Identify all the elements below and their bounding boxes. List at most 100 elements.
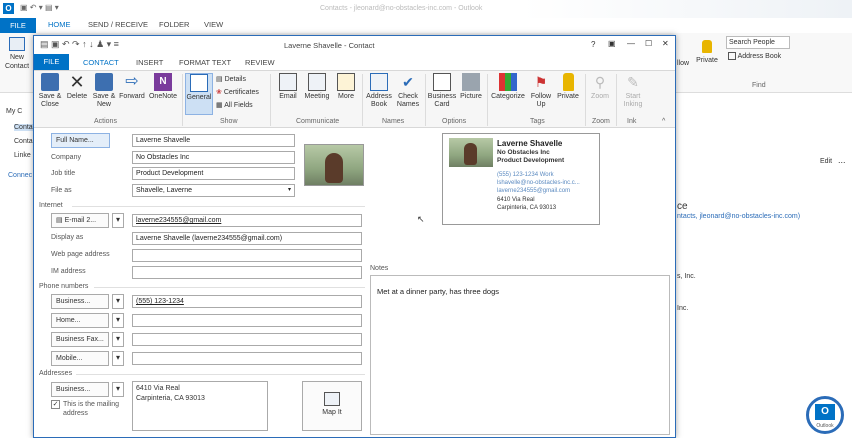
business-fax-dropdown[interactable]: ▾: [112, 332, 124, 347]
maximize-button[interactable]: ☐: [645, 39, 652, 48]
zoom-button[interactable]: ⚲ Zoom: [587, 73, 613, 101]
full-name-button-label: Full Name...: [56, 137, 94, 144]
help-button[interactable]: ?: [591, 40, 595, 49]
lock-icon: [562, 73, 574, 91]
start-inking-button[interactable]: ✎ Start Inking: [618, 73, 648, 109]
file-as-label: File as: [51, 187, 72, 194]
ribbon-separator: [585, 74, 586, 126]
picture-button[interactable]: Picture: [458, 73, 484, 101]
mobile-phone-type-button[interactable]: Mobile...: [51, 351, 109, 366]
all-fields-button[interactable]: ▦ All Fields: [216, 101, 253, 109]
mailing-address-checkbox[interactable]: ✓: [51, 400, 60, 409]
tab-view[interactable]: VIEW: [204, 20, 223, 29]
check-names-button[interactable]: ✔ Check Names: [394, 73, 422, 109]
home-phone-type-button[interactable]: Home...: [51, 313, 109, 328]
company-field[interactable]: No Obstacles Inc: [132, 151, 295, 164]
notes-textarea[interactable]: Met at a dinner party, has three dogs: [370, 275, 670, 435]
ribbon-display-options-button[interactable]: ▣: [608, 39, 616, 48]
email-type-button[interactable]: ▤ E-mail 2...: [51, 213, 109, 228]
quick-access-icons[interactable]: ▣ ↶ ▾ ▤ ▾: [20, 3, 59, 12]
onenote-button[interactable]: N OneNote: [147, 73, 179, 101]
job-title-field[interactable]: Product Development: [132, 167, 295, 180]
business-card-preview[interactable]: Laverne Shavelle No Obstacles Inc Produc…: [442, 133, 600, 225]
card-address-2: Carpinteria, CA 93013: [497, 205, 557, 211]
address-type-button[interactable]: Business...: [51, 382, 109, 397]
email-button[interactable]: Email: [275, 73, 301, 101]
meeting-button[interactable]: Meeting: [302, 73, 332, 101]
address-type-dropdown[interactable]: ▾: [112, 382, 124, 397]
collapse-ribbon-icon[interactable]: ^: [662, 118, 665, 125]
nav-linked[interactable]: Linke: [14, 152, 31, 159]
nav-my-contacts[interactable]: My C: [6, 108, 22, 115]
business-phone-field[interactable]: (555) 123-1234: [132, 295, 362, 308]
business-phone-dropdown[interactable]: ▾: [112, 294, 124, 309]
business-fax-type-button[interactable]: Business Fax...: [51, 332, 109, 347]
web-page-label: Web page address: [51, 251, 110, 258]
tab-home[interactable]: HOME: [48, 20, 71, 29]
quick-access-toolbar[interactable]: ▤ ▣ ↶ ↷ ↑ ↓ ♟ ▾ ≡: [40, 39, 119, 50]
nav-contacts-2[interactable]: Conta: [14, 138, 33, 145]
forward-button[interactable]: ⇨ Forward: [118, 73, 146, 101]
delete-button[interactable]: ✕ Delete: [64, 73, 90, 101]
follow-up-label-1: Follow: [530, 93, 552, 100]
edit-link[interactable]: Edit: [820, 158, 832, 165]
names-group-label: Names: [382, 118, 405, 125]
map-it-button[interactable]: Map It: [302, 381, 362, 431]
close-button[interactable]: ✕: [662, 39, 669, 48]
private-button[interactable]: Private: [694, 37, 720, 64]
address-book-button[interactable]: Address Book: [728, 52, 781, 60]
communicate-group-label: Communicate: [296, 118, 340, 125]
magnifier-icon: ⚲: [594, 74, 606, 90]
tab-contact[interactable]: CONTACT: [83, 58, 119, 67]
details-button[interactable]: ▤ Details: [216, 75, 246, 83]
minimize-button[interactable]: —: [627, 39, 635, 48]
tab-folder[interactable]: FOLDER: [159, 20, 189, 29]
private-button[interactable]: Private: [555, 73, 581, 101]
tab-format-text[interactable]: FORMAT TEXT: [179, 58, 231, 67]
tags-group-label: Tags: [530, 118, 545, 125]
address-textarea[interactable]: 6410 Via Real Carpinteria, CA 93013: [132, 381, 268, 431]
nav-contacts-1[interactable]: Conta: [14, 124, 34, 131]
tab-send-receive[interactable]: SEND / RECEIVE: [88, 20, 148, 29]
save-new-button[interactable]: Save & New: [90, 73, 118, 109]
certificates-button[interactable]: ❀ Certificates: [216, 88, 259, 96]
more-options-icon[interactable]: ...: [838, 155, 846, 165]
follow-up-button[interactable]: ⚑ Follow Up: [528, 73, 554, 109]
business-fax-field[interactable]: [132, 333, 362, 346]
email-type-dropdown[interactable]: ▾: [112, 213, 124, 228]
display-as-field[interactable]: Laverne Shavelle (laverne234555@gmail.co…: [132, 232, 362, 245]
general-button[interactable]: General: [185, 73, 213, 115]
save-close-button[interactable]: Save & Close: [36, 73, 64, 109]
tab-file[interactable]: FILE: [0, 18, 36, 33]
ribbon-separator: [182, 74, 183, 126]
home-phone-type-label: Home...: [56, 317, 81, 324]
categorize-button[interactable]: Categorize: [489, 73, 527, 101]
business-phone-type-button[interactable]: Business...: [51, 294, 109, 309]
search-people-input[interactable]: Search People: [726, 36, 790, 49]
home-phone-field[interactable]: [132, 314, 362, 327]
certificate-icon: ❀: [216, 89, 222, 96]
tab-file[interactable]: FILE: [34, 54, 69, 70]
email-field[interactable]: laverne234555@gmail.com: [132, 214, 362, 227]
calendar-icon: [308, 73, 326, 91]
full-name-field[interactable]: Laverne Shavelle: [132, 134, 295, 147]
mobile-phone-dropdown[interactable]: ▾: [112, 351, 124, 366]
nav-connect[interactable]: Connec: [8, 172, 32, 179]
file-as-select[interactable]: Shavelle, Laverne ▾: [132, 184, 295, 197]
full-name-button[interactable]: Full Name...: [51, 133, 110, 148]
business-card-button[interactable]: Business Card: [427, 73, 457, 109]
address-book-button[interactable]: Address Book: [365, 73, 393, 109]
follow-up-fragment[interactable]: llow: [677, 60, 689, 67]
home-phone-dropdown[interactable]: ▾: [112, 313, 124, 328]
contact-photo[interactable]: [304, 144, 364, 186]
tab-review[interactable]: REVIEW: [245, 58, 275, 67]
im-address-field[interactable]: [132, 266, 362, 279]
new-contact-button[interactable]: New Contact: [3, 37, 31, 71]
address-line-1: 6410 Via Real: [136, 385, 180, 392]
section-divider: [72, 206, 365, 207]
mobile-phone-field[interactable]: [132, 352, 362, 365]
tab-insert[interactable]: INSERT: [136, 58, 163, 67]
card-name: Laverne Shavelle: [497, 139, 563, 148]
more-button[interactable]: More: [334, 73, 358, 101]
web-page-field[interactable]: [132, 249, 362, 262]
